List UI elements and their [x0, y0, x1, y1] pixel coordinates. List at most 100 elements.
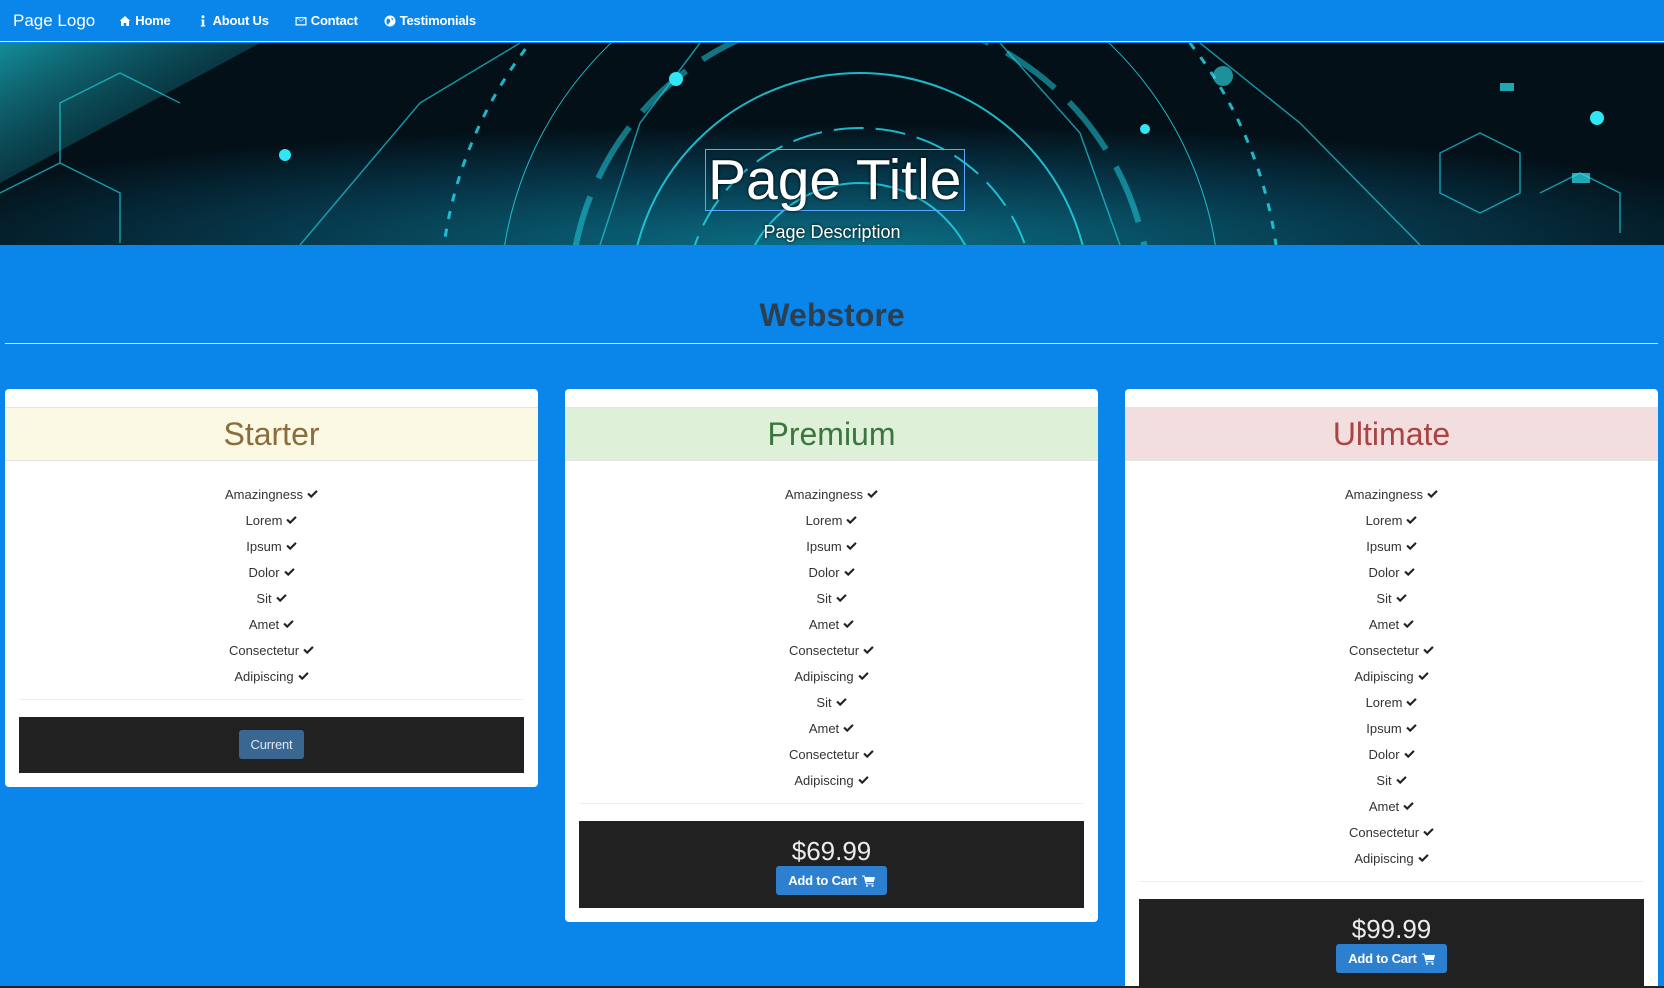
feature-label: Amet	[808, 616, 840, 632]
feature-item: Consectetur	[565, 741, 1098, 767]
checkmark-icon	[835, 594, 847, 603]
feature-label: Adipiscing	[1354, 850, 1414, 866]
checkmark-icon	[1406, 516, 1418, 525]
checkmark-icon	[846, 542, 857, 551]
feature-list: Amazingness Lorem Ipsum Dolor Sit Amet Consect…	[565, 461, 1098, 793]
feature-item: Consectetur	[5, 637, 538, 663]
nav-about-label: About Us	[212, 13, 269, 28]
checkmark-icon	[1427, 490, 1438, 499]
checkmark-icon	[283, 568, 295, 577]
nav-contact[interactable]: Contact	[295, 13, 358, 28]
checkmark-icon	[843, 724, 854, 733]
checkmark-icon	[1423, 828, 1434, 837]
feature-label: Dolor	[1368, 564, 1400, 580]
feature-item: Adipiscing	[565, 663, 1098, 689]
checkmark-icon	[1403, 750, 1415, 759]
feature-label: Dolor	[808, 564, 840, 580]
checkmark-icon	[275, 594, 287, 603]
plan-footer: $99.99 Add to Cart	[1139, 899, 1644, 986]
feature-label: Sit	[1376, 590, 1392, 606]
feature-item: Amazingness	[5, 481, 538, 507]
plan-name: Starter	[5, 407, 538, 461]
add-to-cart-button[interactable]: Add to Cart	[1336, 944, 1447, 973]
section-title: Webstore	[759, 297, 905, 333]
feature-item: Sit	[1125, 767, 1658, 793]
feature-item: Dolor	[1125, 559, 1658, 585]
feature-label: Amet	[808, 720, 840, 736]
feature-item: Dolor	[1125, 741, 1658, 767]
feature-label: Ipsum	[806, 538, 842, 554]
feature-item: Lorem	[565, 507, 1098, 533]
nav-testimonials[interactable]: Testimonials	[384, 13, 476, 28]
feature-item: Sit	[565, 689, 1098, 715]
globe-icon	[384, 15, 396, 26]
checkmark-icon	[1403, 620, 1414, 629]
feature-item: Adipiscing	[5, 663, 538, 689]
feature-label: Dolor	[1368, 746, 1400, 762]
plan-price: $69.99	[791, 836, 872, 866]
feature-item: Adipiscing	[565, 767, 1098, 793]
feature-label: Sit	[816, 694, 832, 710]
feature-label: Amet	[248, 616, 280, 632]
feature-item: Dolor	[565, 559, 1098, 585]
add-to-cart-label: Add to Cart	[788, 873, 857, 888]
checkmark-icon	[843, 568, 855, 577]
plan-card-ultimate: Ultimate Amazingness Lorem Ipsum Dolor Sit Am…	[1125, 389, 1658, 988]
feature-item: Amet	[565, 715, 1098, 741]
feature-label: Lorem	[1365, 512, 1403, 528]
checkmark-icon	[1423, 646, 1434, 655]
card-divider	[1139, 881, 1644, 882]
shopping-cart-icon	[1421, 953, 1435, 965]
checkmark-icon	[846, 516, 858, 525]
feature-item: Amet	[5, 611, 538, 637]
checkmark-icon	[1417, 854, 1429, 863]
feature-list: Amazingness Lorem Ipsum Dolor Sit Amet Consect…	[1125, 461, 1658, 871]
feature-label: Ipsum	[1366, 720, 1402, 736]
feature-label: Amazingness	[784, 486, 864, 502]
feature-label: Adipiscing	[794, 772, 854, 788]
feature-label: Consectetur	[228, 642, 300, 658]
checkmark-icon	[303, 646, 314, 655]
checkmark-icon	[1395, 594, 1407, 603]
feature-item: Ipsum	[1125, 715, 1658, 741]
feature-item: Amet	[1125, 611, 1658, 637]
checkmark-icon	[1406, 542, 1417, 551]
feature-label: Lorem	[245, 512, 283, 528]
checkmark-icon	[843, 620, 854, 629]
checkmark-icon	[863, 646, 874, 655]
feature-item: Adipiscing	[1125, 845, 1658, 871]
feature-item: Consectetur	[565, 637, 1098, 663]
card-divider	[19, 699, 524, 700]
nav-home[interactable]: Home	[119, 13, 171, 28]
navbar: Page Logo Home About Us Contact Testimon…	[0, 0, 1664, 42]
checkmark-icon	[863, 750, 874, 759]
feature-label: Adipiscing	[1354, 668, 1414, 684]
nav-about[interactable]: About Us	[197, 13, 269, 28]
feature-label: Sit	[256, 590, 272, 606]
plan-card-premium: Premium Amazingness Lorem Ipsum Dolor Sit Ame…	[565, 389, 1098, 922]
feature-label: Consectetur	[1348, 824, 1420, 840]
feature-label: Dolor	[248, 564, 280, 580]
feature-label: Sit	[816, 590, 832, 606]
feature-list: Amazingness Lorem Ipsum Dolor Sit Amet Consect…	[5, 461, 538, 689]
feature-item: Consectetur	[1125, 819, 1658, 845]
feature-label: Adipiscing	[234, 668, 294, 684]
plan-name: Premium	[565, 407, 1098, 461]
checkmark-icon	[857, 776, 869, 785]
current-plan-button[interactable]: Current	[238, 730, 305, 759]
card-divider	[579, 803, 1084, 804]
hero-background-image	[0, 43, 1664, 245]
add-to-cart-label: Add to Cart	[1348, 951, 1417, 966]
feature-item: Dolor	[5, 559, 538, 585]
feature-label: Sit	[1376, 772, 1392, 788]
checkmark-icon	[1395, 776, 1407, 785]
page-logo[interactable]: Page Logo	[13, 11, 95, 31]
add-to-cart-button[interactable]: Add to Cart	[776, 866, 887, 895]
plan-footer: Current	[19, 717, 524, 773]
checkmark-icon	[307, 490, 318, 499]
feature-item: Adipiscing	[1125, 663, 1658, 689]
feature-item: Amazingness	[565, 481, 1098, 507]
feature-label: Amazingness	[1344, 486, 1424, 502]
feature-item: Sit	[1125, 585, 1658, 611]
home-icon	[119, 15, 131, 26]
